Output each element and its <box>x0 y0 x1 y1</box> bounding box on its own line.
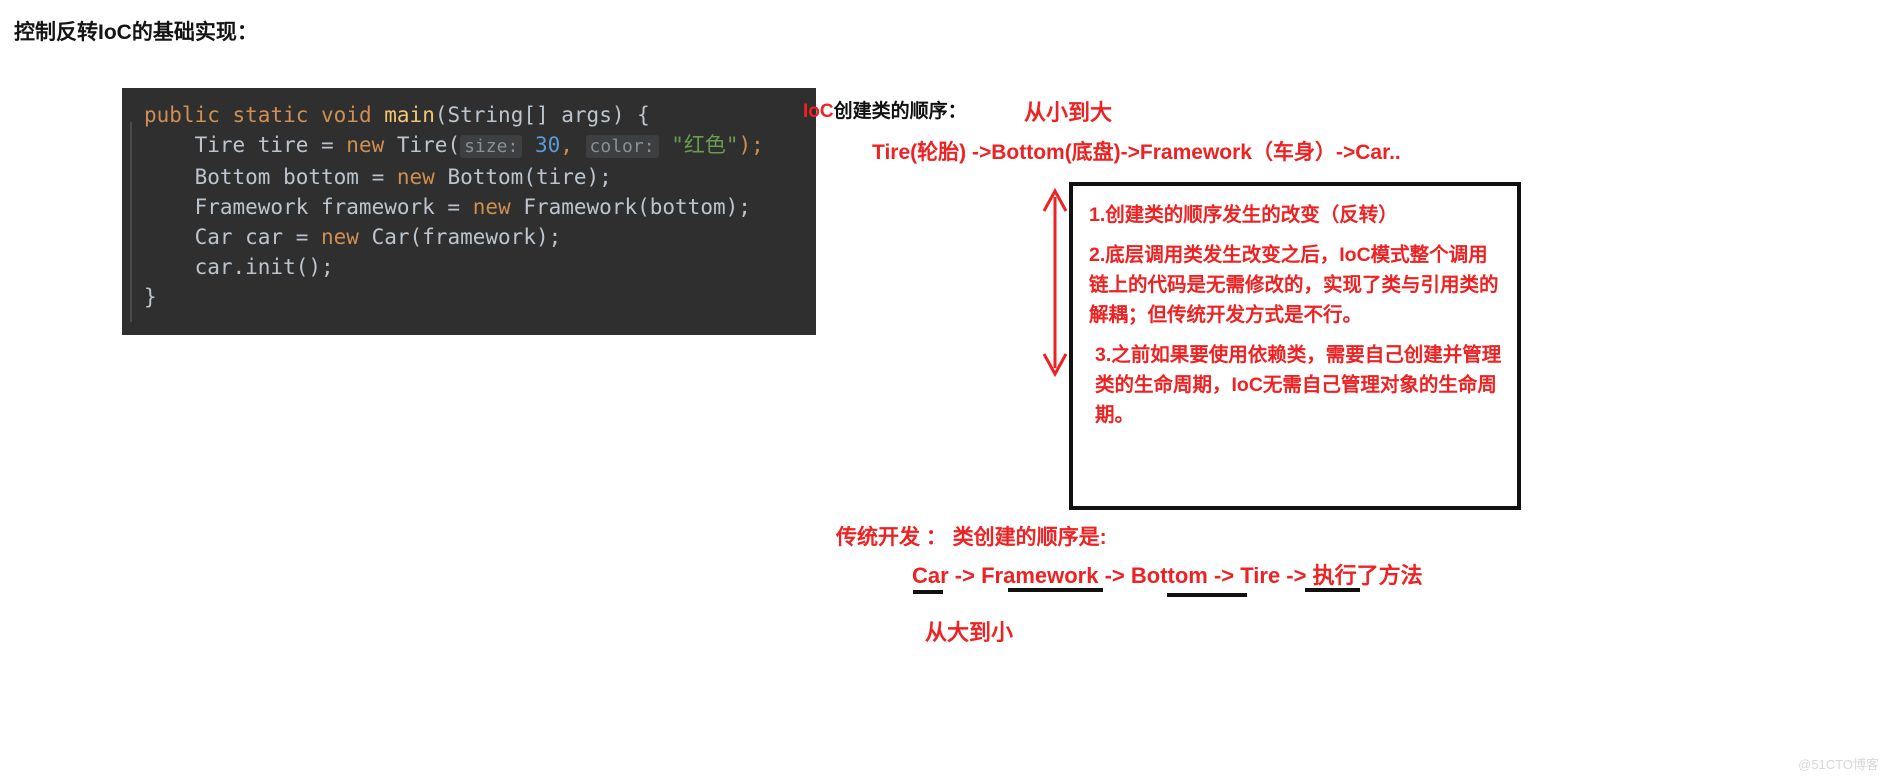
code-line-7: } <box>122 282 816 312</box>
page-title: 控制反转IoC的基础实现： <box>14 21 258 44</box>
watermark: @51CTO博客 <box>1798 757 1879 772</box>
code-token-comma: , <box>560 133 586 157</box>
code-token-closing-brace: } <box>144 285 157 309</box>
code-line-5: Car car = new Car(framework); <box>122 222 816 252</box>
underline-bottom <box>1167 593 1247 597</box>
code-token-bottom-decl: Bottom bottom = <box>144 165 397 189</box>
code-token-car-init: car.init(); <box>144 255 334 279</box>
code-line-1: public static void main(String[] args) { <box>122 100 816 130</box>
code-token-bottom-rest: Bottom(tire); <box>434 165 612 189</box>
ioc-order-label-prefix: IoC <box>803 101 834 122</box>
code-token-new-framework: new <box>472 195 511 219</box>
code-token-line2-end: ); <box>738 133 764 157</box>
traditional-dev-chain: Car -> Framework -> Bottom -> Tire -> 执行… <box>912 563 1423 588</box>
traditional-chain-underlines <box>905 588 1525 600</box>
code-token-void: void <box>321 103 372 127</box>
code-token-framework-rest: Framework(bottom); <box>510 195 751 219</box>
traditional-dev-label: 传统开发 ： 类创建的顺序是: <box>836 526 1107 549</box>
ioc-creation-chain: Tire(轮胎) ->Bottom(底盘)->Framework（车身）->Ca… <box>872 141 1401 164</box>
param-hint-color: color: <box>585 135 659 158</box>
ioc-order-label: IoC创建类的顺序： <box>803 96 967 123</box>
param-hint-size: size: <box>460 135 523 158</box>
code-token-car-rest: Car(framework); <box>358 225 562 249</box>
note-item-3: 3.之前如果要使用依赖类，需要自己创建并管理类的生命周期，IoC无需自己管理对象… <box>1095 344 1502 426</box>
code-token-static: static <box>232 103 309 127</box>
code-token-tire-ctor: Tire( <box>384 133 461 157</box>
note-item-1: 1.创建类的顺序发生的改变（反转） <box>1089 204 1398 226</box>
code-gutter-line <box>130 122 132 322</box>
code-token-args: (String[] args) { <box>434 103 650 127</box>
code-line-2: Tire tire = new Tire(size: 30, color: "红… <box>122 130 816 162</box>
code-token-public: public <box>144 103 220 127</box>
notes-box: 1.创建类的顺序发生的改变（反转） 2.底层调用类发生改变之后，IoC模式整个调… <box>1069 182 1521 510</box>
traditional-dev-order: 从大到小 <box>925 620 1014 645</box>
code-token-size-value: 30 <box>534 133 561 157</box>
code-token-car-decl: Car car = <box>144 225 322 249</box>
underline-car <box>913 590 943 594</box>
code-block: public static void main(String[] args) {… <box>122 88 816 335</box>
code-token-new-car: new <box>321 225 359 249</box>
code-token-framework-decl: Framework framework = <box>144 195 473 219</box>
code-token-main: main <box>384 103 435 127</box>
ioc-order-value: 从小到大 <box>1024 100 1113 125</box>
underline-tire <box>1305 588 1360 592</box>
underline-framework <box>1008 588 1103 592</box>
code-token-tire-decl: Tire tire = <box>144 133 347 157</box>
code-token-color-value: "红色" <box>671 133 739 157</box>
note-item-2: 2.底层调用类发生改变之后，IoC模式整个调用链上的代码是无需修改的，实现了类与… <box>1089 244 1499 326</box>
code-token-new-bottom: new <box>396 165 435 189</box>
ioc-order-label-rest: 创建类的顺序： <box>833 101 967 122</box>
code-token-new-tire: new <box>346 133 385 157</box>
code-line-6: car.init(); <box>122 252 816 282</box>
code-line-3: Bottom bottom = new Bottom(tire); <box>122 162 816 192</box>
code-line-4: Framework framework = new Framework(bott… <box>122 192 816 222</box>
